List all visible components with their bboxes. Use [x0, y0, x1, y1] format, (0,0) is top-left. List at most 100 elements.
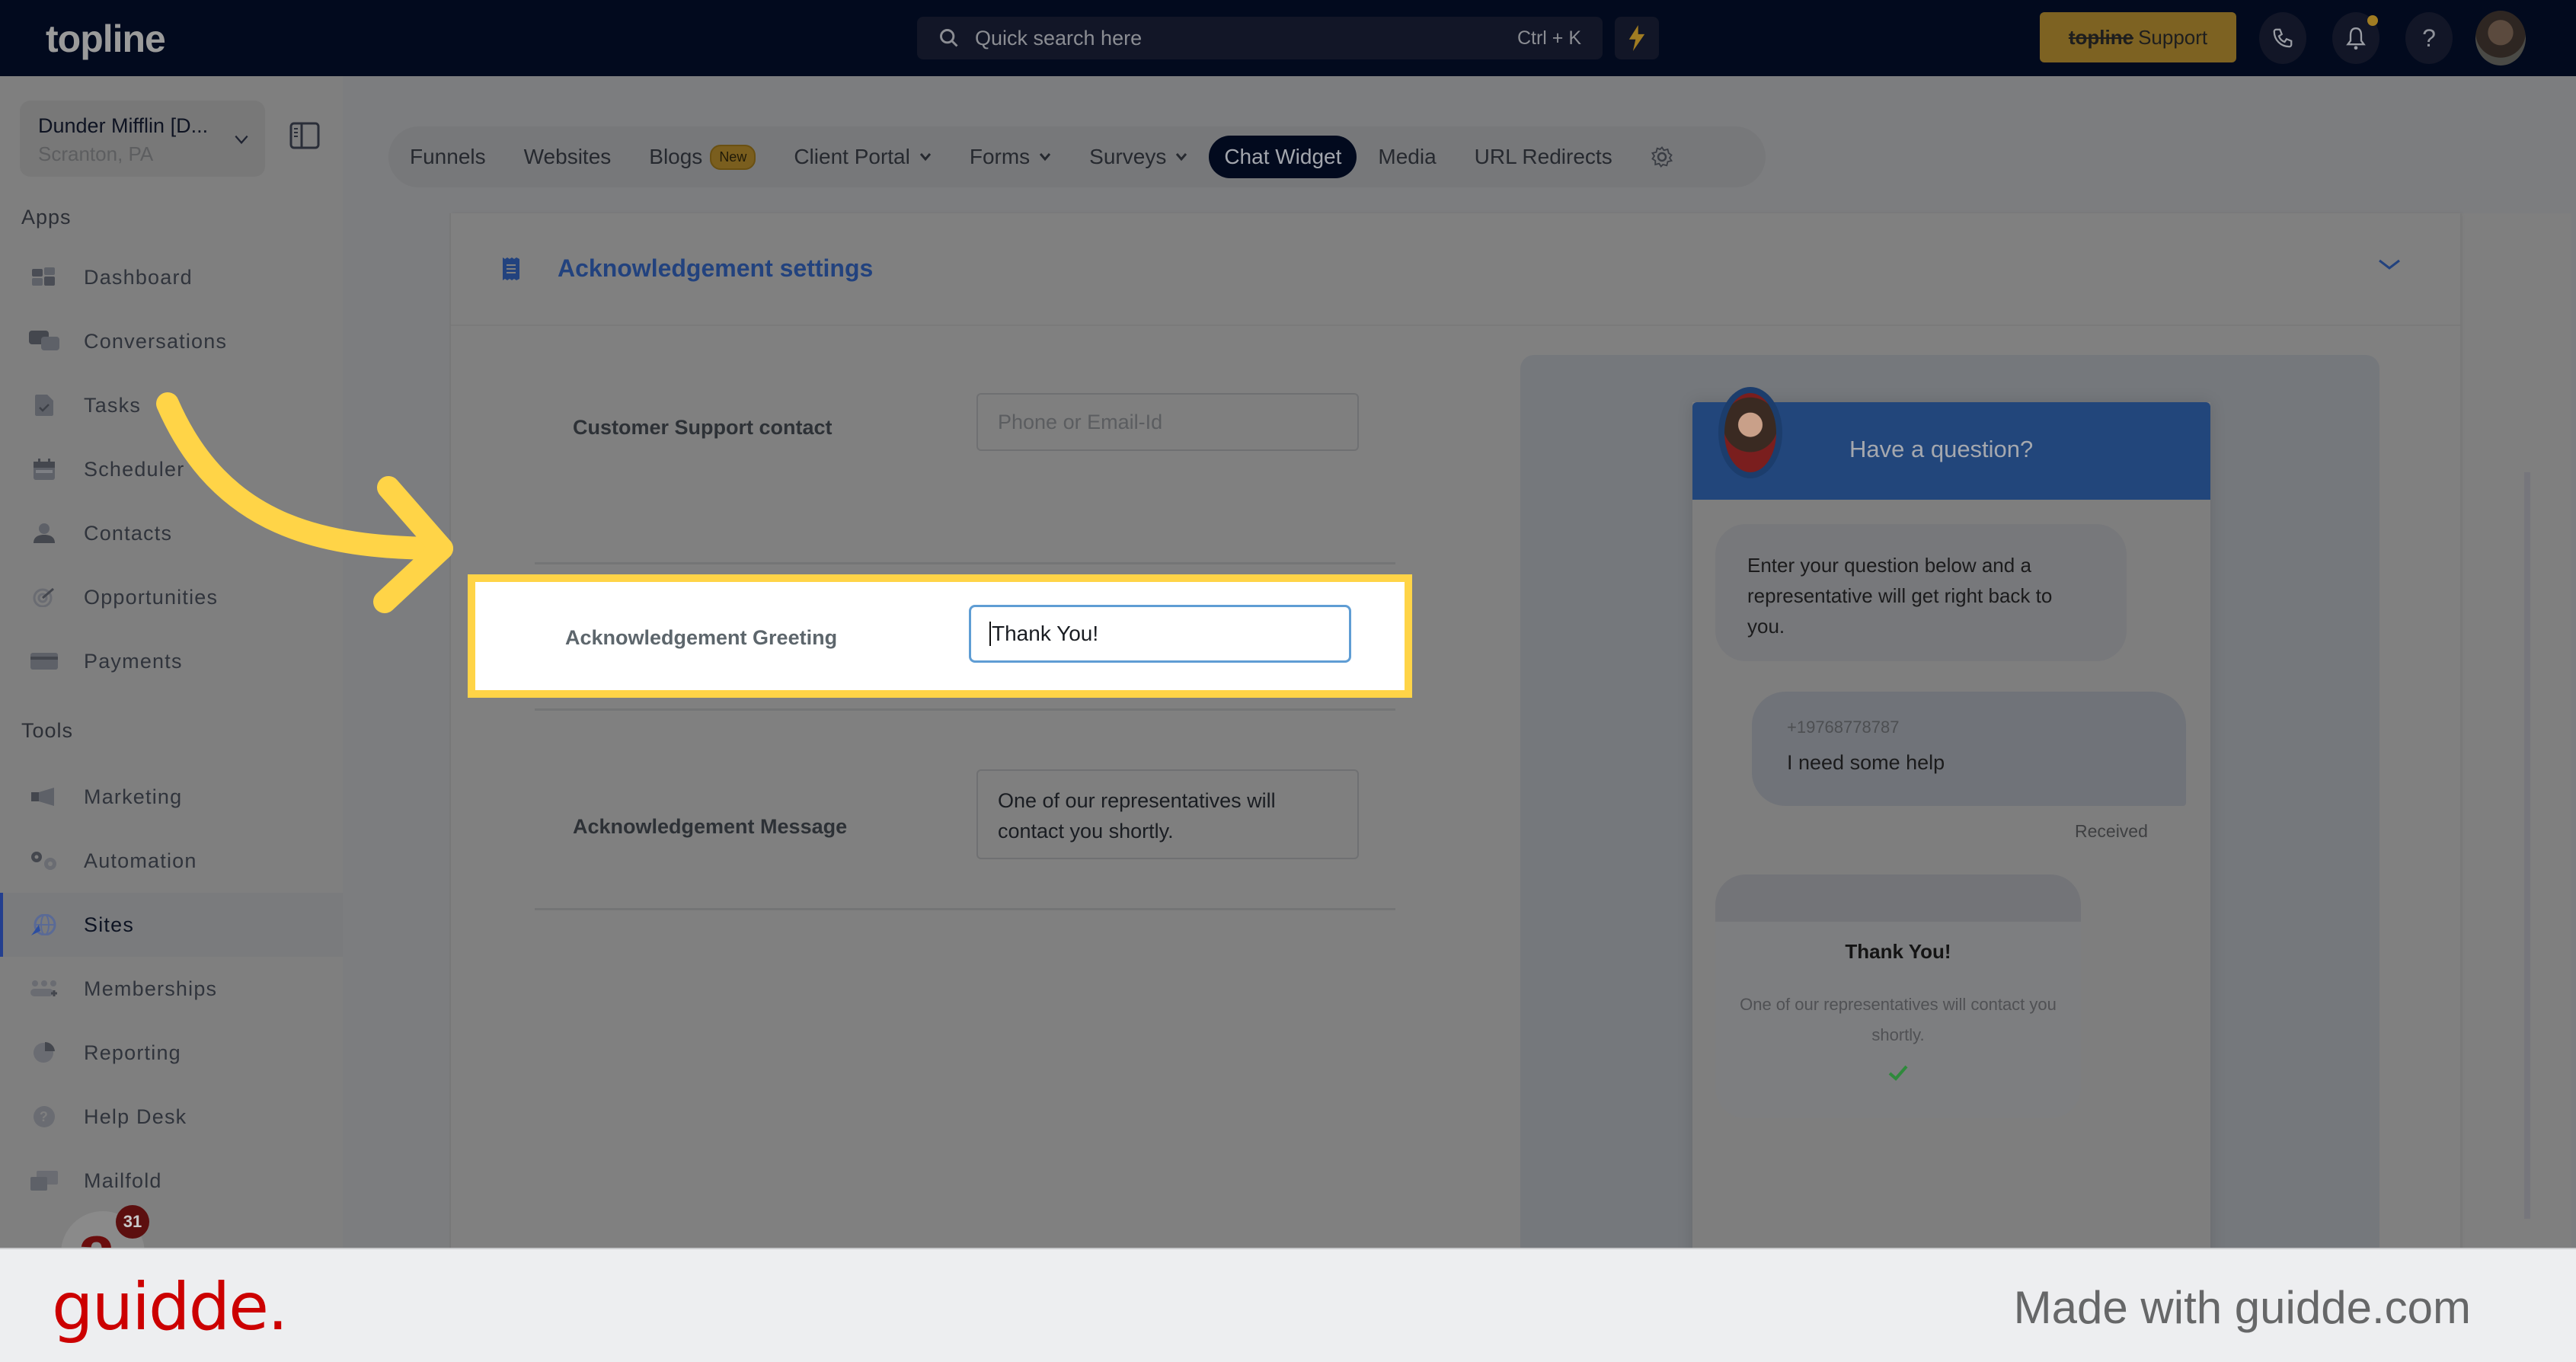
message-status: Received: [2075, 821, 2148, 841]
check-icon: [1888, 1065, 1908, 1081]
sidebar-item-tasks[interactable]: Tasks: [0, 373, 343, 437]
sidebar-item-automation[interactable]: Automation: [0, 829, 343, 893]
sidebar-item-label: Conversations: [84, 329, 228, 353]
sidebar-item-payments[interactable]: Payments: [0, 629, 343, 693]
sidebar-item-contacts[interactable]: Contacts: [0, 501, 343, 565]
sidebar-item-scheduler[interactable]: Scheduler: [0, 437, 343, 501]
guidde-footer: guidde. Made with guidde.com: [0, 1248, 2576, 1362]
calendar-icon: [29, 457, 59, 481]
main-content: Funnels Websites Blogs New Client Portal …: [343, 76, 2576, 1325]
ack-message: One of our representatives will contact …: [1740, 995, 2057, 1044]
contact-icon: [29, 521, 59, 545]
sidebar-item-marketing[interactable]: Marketing: [0, 765, 343, 829]
sidebar-item-label: Mailfold: [84, 1169, 162, 1192]
chevron-down-icon: [1040, 153, 1051, 161]
sidebar-item-label: Payments: [84, 649, 183, 673]
megaphone-icon: [29, 785, 59, 809]
quick-search[interactable]: Quick search here Ctrl + K: [917, 17, 1603, 59]
apps-section-label: Apps: [21, 206, 72, 229]
support-contact-label: Customer Support contact: [573, 416, 833, 439]
message-textarea[interactable]: One of our representatives will contact …: [976, 769, 1359, 859]
tab-label: Client Portal: [794, 145, 910, 168]
chevron-down-icon: [919, 153, 931, 161]
help-icon: ?: [2422, 24, 2436, 52]
tab-forms[interactable]: Forms: [970, 145, 1051, 169]
sidebar-item-label: Dashboard: [84, 265, 193, 289]
pie-chart-icon: [29, 1041, 59, 1065]
notifications-button[interactable]: [2332, 12, 2379, 64]
sites-tabs: Funnels Websites Blogs New Client Portal …: [388, 126, 1766, 187]
user-message-text: I need some help: [1787, 751, 1945, 774]
support-button[interactable]: topline Support: [2040, 12, 2236, 62]
sidebar-item-opportunities[interactable]: Opportunities: [0, 565, 343, 629]
support-label: Support: [2138, 25, 2208, 49]
quick-actions-button[interactable]: [1615, 17, 1659, 59]
sidebar-item-label: Sites: [84, 913, 135, 936]
svg-text:?: ?: [40, 1109, 49, 1124]
sidebar-item-help-desk[interactable]: ? Help Desk: [0, 1085, 343, 1149]
help-button[interactable]: ?: [2405, 12, 2453, 64]
tasks-icon: [29, 393, 59, 417]
text-caret: [989, 622, 991, 646]
chat-header: Have a question?: [1692, 387, 2210, 500]
location-switcher[interactable]: Dunder Mifflin [D... Scranton, PA: [20, 101, 265, 177]
chevron-down-icon: [1176, 153, 1187, 161]
tab-chat-widget[interactable]: Chat Widget: [1209, 136, 1357, 178]
search-icon: [940, 29, 958, 47]
greeting-value: Thank You!: [992, 622, 1099, 645]
sidebar-item-label: Opportunities: [84, 585, 219, 609]
tab-client-portal[interactable]: Client Portal: [794, 145, 932, 169]
sidebar-item-mailfold[interactable]: Mailfold: [0, 1149, 343, 1213]
tab-blogs[interactable]: Blogs New: [649, 144, 756, 170]
lightning-icon: [1628, 25, 1645, 51]
phone-button[interactable]: [2259, 12, 2306, 64]
tab-label: Funnels: [410, 145, 486, 168]
sidebar-item-reporting[interactable]: Reporting: [0, 1021, 343, 1085]
tab-label: URL Redirects: [1474, 145, 1612, 168]
members-icon: [29, 977, 59, 1001]
tab-url-redirects[interactable]: URL Redirects: [1475, 145, 1612, 169]
sidebar-item-label: Automation: [84, 849, 197, 872]
conversations-icon: [29, 329, 59, 353]
app-logo[interactable]: topline: [46, 17, 166, 61]
support-brand: topline: [2068, 25, 2134, 49]
scrollbar[interactable]: [2524, 472, 2530, 1219]
section-header[interactable]: Acknowledgement settings: [451, 213, 2460, 326]
sidebar-item-memberships[interactable]: Memberships: [0, 957, 343, 1021]
top-bar: topline Quick search here Ctrl + K topli…: [0, 0, 2576, 76]
sidebar-item-sites[interactable]: Sites: [0, 893, 343, 957]
sidebar-item-conversations[interactable]: Conversations: [0, 309, 343, 373]
location-city: Scranton, PA: [38, 142, 154, 165]
guidde-logo: guidde.: [52, 1269, 288, 1345]
target-icon: [29, 585, 59, 609]
highlighted-greeting-row: Acknowledgement Greeting Thank You!: [468, 574, 1412, 698]
new-badge: New: [710, 144, 756, 170]
search-shortcut: Ctrl + K: [1517, 27, 1581, 49]
globe-icon: [29, 913, 59, 937]
tab-media[interactable]: Media: [1378, 145, 1436, 169]
tab-surveys[interactable]: Surveys: [1089, 145, 1187, 169]
phone-icon: [2273, 28, 2293, 48]
user-phone: +19768778787: [1787, 718, 1900, 737]
divider: [535, 708, 1395, 711]
user-avatar[interactable]: [2475, 11, 2526, 66]
tab-funnels[interactable]: Funnels: [410, 145, 486, 169]
notification-dot: [2367, 15, 2378, 26]
gear-icon[interactable]: [1651, 145, 1673, 168]
sidebar-item-label: Reporting: [84, 1041, 181, 1064]
sidebar-item-dashboard[interactable]: Dashboard: [0, 245, 343, 309]
chevron-down-icon: [235, 135, 248, 145]
chevron-down-icon[interactable]: [2378, 257, 2401, 273]
sidebar-item-label: Contacts: [84, 521, 173, 545]
sidebar-collapse-icon[interactable]: [289, 122, 320, 149]
chat-window-preview: Have a question? Enter your question bel…: [1692, 387, 2210, 1325]
bell-icon: [2346, 27, 2366, 50]
greeting-input[interactable]: Thank You!: [969, 605, 1351, 663]
chat-title: Have a question?: [1849, 436, 2034, 462]
tab-label: Media: [1378, 145, 1437, 168]
tab-websites[interactable]: Websites: [524, 145, 612, 169]
tab-label: Forms: [969, 145, 1031, 168]
sidebar: Dunder Mifflin [D... Scranton, PA Apps D…: [0, 76, 343, 1295]
receipt-icon: [503, 257, 519, 280]
support-contact-input[interactable]: Phone or Email-Id: [976, 393, 1359, 451]
